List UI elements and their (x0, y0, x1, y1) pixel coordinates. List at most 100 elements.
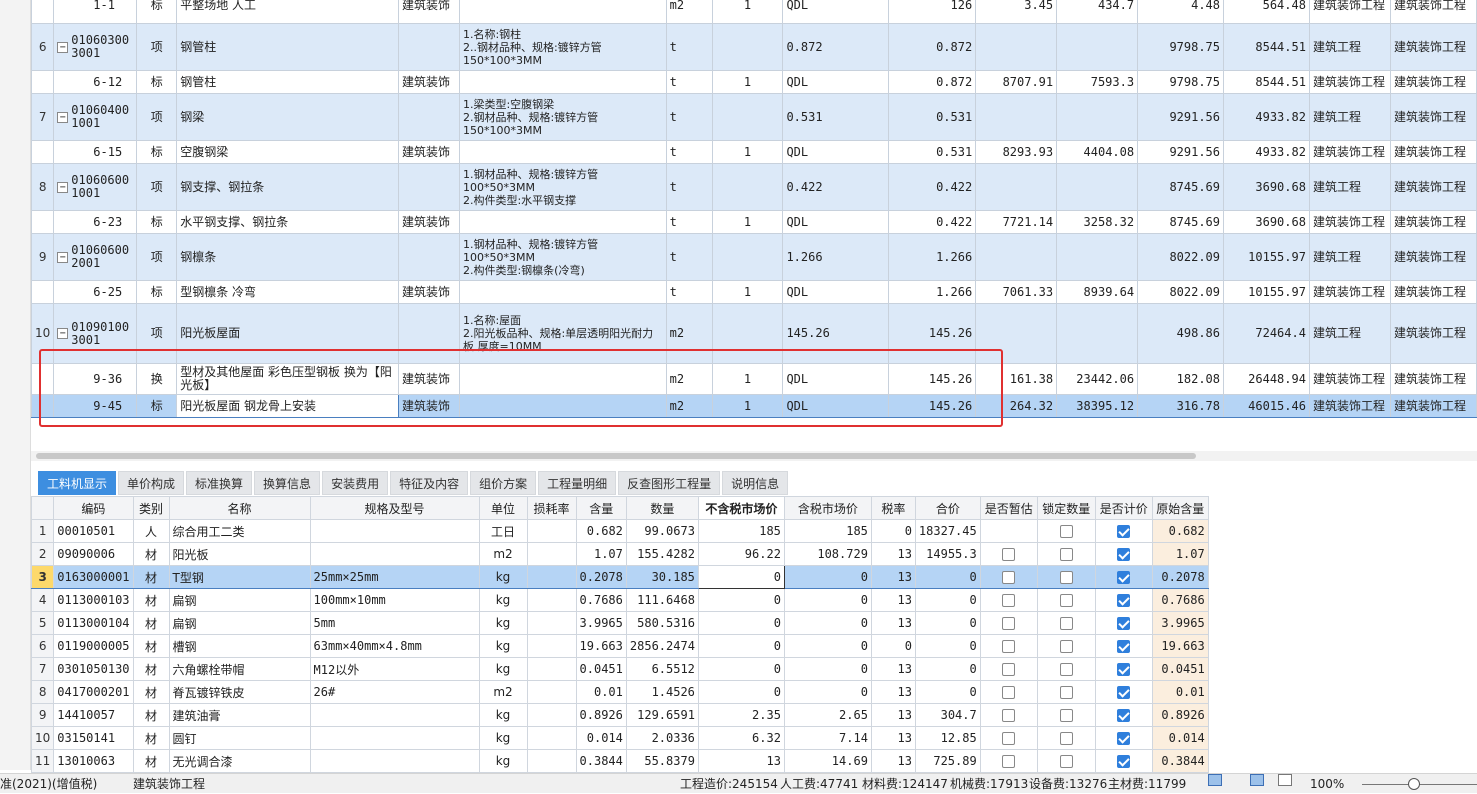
row-expr[interactable]: 0.422 (782, 163, 890, 211)
cell-priced[interactable] (1094, 634, 1153, 658)
row-qty[interactable]: 145.26 (888, 303, 977, 364)
cell-loss[interactable] (526, 542, 577, 566)
cell-name[interactable]: 脊瓦镀锌铁皮 (168, 680, 311, 704)
row-major[interactable] (398, 303, 460, 364)
cell-amount[interactable]: 1.4526 (625, 680, 699, 704)
cell-loss[interactable] (526, 519, 577, 543)
column-header[interactable]: 合价 (914, 496, 981, 520)
row-price-2[interactable] (1056, 233, 1139, 281)
cell-total[interactable]: 18327.45 (914, 519, 981, 543)
column-header[interactable]: 编码 (53, 496, 134, 520)
row-qty-coef[interactable] (711, 233, 784, 281)
tab-4[interactable]: 安装费用 (322, 471, 389, 495)
row-description[interactable] (458, 394, 667, 418)
cell-original-content[interactable]: 0.7686 (1151, 588, 1209, 612)
row-specialty-2[interactable]: 建筑装饰工程 (1389, 303, 1477, 364)
row-expr[interactable]: 0.872 (782, 23, 890, 71)
cell-name[interactable]: 六角螺栓带帽 (168, 657, 311, 681)
row-qty-coef[interactable]: 1 (711, 70, 784, 94)
cell-amount[interactable]: 2856.2474 (625, 634, 699, 658)
cell-est[interactable] (979, 542, 1038, 566)
cell-content[interactable]: 0.01 (575, 680, 627, 704)
row-price-1[interactable]: 7721.14 (975, 210, 1058, 234)
row-qty[interactable]: 0.422 (888, 210, 977, 234)
cell-spec[interactable] (309, 519, 480, 543)
row-specialty[interactable]: 建筑装饰工程 (1308, 280, 1391, 304)
cell-priced[interactable] (1094, 657, 1153, 681)
row-name[interactable]: 钢檩条 (176, 233, 399, 281)
cell-content[interactable]: 0.7686 (575, 588, 627, 612)
row-specialty[interactable]: 建筑装饰工程 (1308, 363, 1391, 395)
collapse-icon[interactable]: − (57, 328, 69, 339)
row-price-3[interactable]: 9291.56 (1137, 140, 1225, 164)
cell-priced[interactable] (1094, 565, 1153, 589)
cell-loss[interactable] (526, 749, 577, 773)
column-header[interactable]: 损耗率 (526, 496, 577, 520)
row-number[interactable]: 7 (30, 657, 55, 681)
cell-rate[interactable]: 0 (870, 519, 916, 543)
cell-total[interactable]: 12.85 (914, 726, 981, 750)
column-header[interactable]: 名称 (168, 496, 311, 520)
resource-row[interactable]: 9 14410057 材建筑油膏 kg 0.8926 129.6591 2.35 2.65 13… (30, 703, 1209, 727)
cell-spec[interactable] (309, 726, 480, 750)
row-code[interactable]: −01060400 1001 (53, 93, 138, 141)
row-code[interactable]: −01060300 3001 (53, 23, 138, 71)
row-specialty[interactable]: 建筑装饰工程 (1308, 394, 1391, 418)
scrollbar-thumb[interactable] (36, 453, 1196, 459)
cell-loss[interactable] (526, 588, 577, 612)
row-specialty-2[interactable]: 建筑装饰工程 (1389, 93, 1477, 141)
row-price-2[interactable]: 23442.06 (1056, 363, 1139, 395)
quota-row[interactable]: 6-25 标型钢檩条 冷弯 建筑装饰 t 1 QDL 1.266 7061.33 8939.64… (30, 280, 1477, 304)
bill-item-row[interactable]: 10−01090100 3001 项阳光板屋面 1.名称:屋面 2.阳光板品种、规格:… (30, 303, 1477, 364)
cell-spec[interactable] (309, 749, 480, 773)
column-header[interactable]: 规格及型号 (309, 496, 480, 520)
tab-1[interactable]: 单价构成 (118, 471, 185, 495)
cell-cat[interactable]: 材 (132, 565, 170, 589)
est-checkbox[interactable] (1002, 594, 1016, 607)
row-qty[interactable]: 0.422 (888, 163, 977, 211)
cell-amount[interactable]: 55.8379 (625, 749, 699, 773)
row-specialty[interactable]: 建筑工程 (1308, 23, 1391, 71)
row-qty-coef[interactable]: 1 (711, 0, 784, 24)
bill-item-row[interactable]: 6−01060300 3001 项钢管柱 1.名称:钢柱 2..钢材品种、规格:镀锌方… (30, 23, 1477, 71)
cell-price[interactable]: 96.22 (697, 542, 785, 566)
row-code[interactable]: 6-15 (53, 140, 138, 164)
cell-amount[interactable]: 580.5316 (625, 611, 699, 635)
cell-total[interactable]: 0 (914, 634, 981, 658)
collapse-icon[interactable]: − (57, 251, 69, 263)
cell-unit[interactable]: kg (478, 703, 528, 727)
cell-lock[interactable] (1036, 657, 1096, 681)
row-type[interactable]: 项 (136, 233, 178, 281)
cell-price[interactable]: 2.35 (697, 703, 785, 727)
cell-code[interactable]: 0113000104 (53, 611, 134, 635)
row-index[interactable] (30, 394, 55, 418)
cell-spec[interactable]: 26# (309, 680, 480, 704)
cell-tax-price[interactable]: 0 (783, 611, 872, 635)
cell-original-content[interactable]: 0.2078 (1151, 565, 1209, 589)
est-checkbox[interactable] (1002, 732, 1016, 745)
cell-unit[interactable]: kg (478, 657, 528, 681)
row-description[interactable]: 1.钢材品种、规格:镀锌方管 100*50*3MM 2.构件类型:水平钢支撑 (458, 163, 667, 211)
cell-code[interactable]: 00010501 (53, 519, 134, 543)
resource-row[interactable]: 11 13010063 材无光调合漆 kg 0.3844 55.8379 13 14.69 13… (30, 749, 1209, 773)
cell-name[interactable]: T型钢 (168, 565, 311, 589)
row-type[interactable]: 项 (136, 303, 178, 364)
cell-rate[interactable]: 13 (870, 749, 916, 773)
priced-checkbox[interactable] (1117, 594, 1131, 607)
row-price-3[interactable]: 9291.56 (1137, 93, 1225, 141)
row-index[interactable]: 7 (30, 93, 55, 141)
row-type[interactable]: 项 (136, 93, 178, 141)
row-qty-coef[interactable]: 1 (711, 394, 784, 418)
cell-lock[interactable] (1036, 565, 1096, 589)
cell-est[interactable] (979, 680, 1038, 704)
row-qty-coef[interactable] (711, 303, 784, 364)
lock-checkbox[interactable] (1059, 663, 1073, 676)
row-unit[interactable]: m2 (665, 0, 713, 24)
cell-tax-price[interactable]: 0 (783, 565, 872, 589)
cell-name[interactable]: 圆钉 (168, 726, 311, 750)
row-code[interactable]: 9-36 (53, 363, 138, 395)
row-number[interactable]: 8 (30, 680, 55, 704)
cell-original-content[interactable]: 0.3844 (1151, 749, 1209, 773)
row-unit[interactable]: t (665, 140, 713, 164)
collapse-icon[interactable]: − (57, 41, 69, 53)
